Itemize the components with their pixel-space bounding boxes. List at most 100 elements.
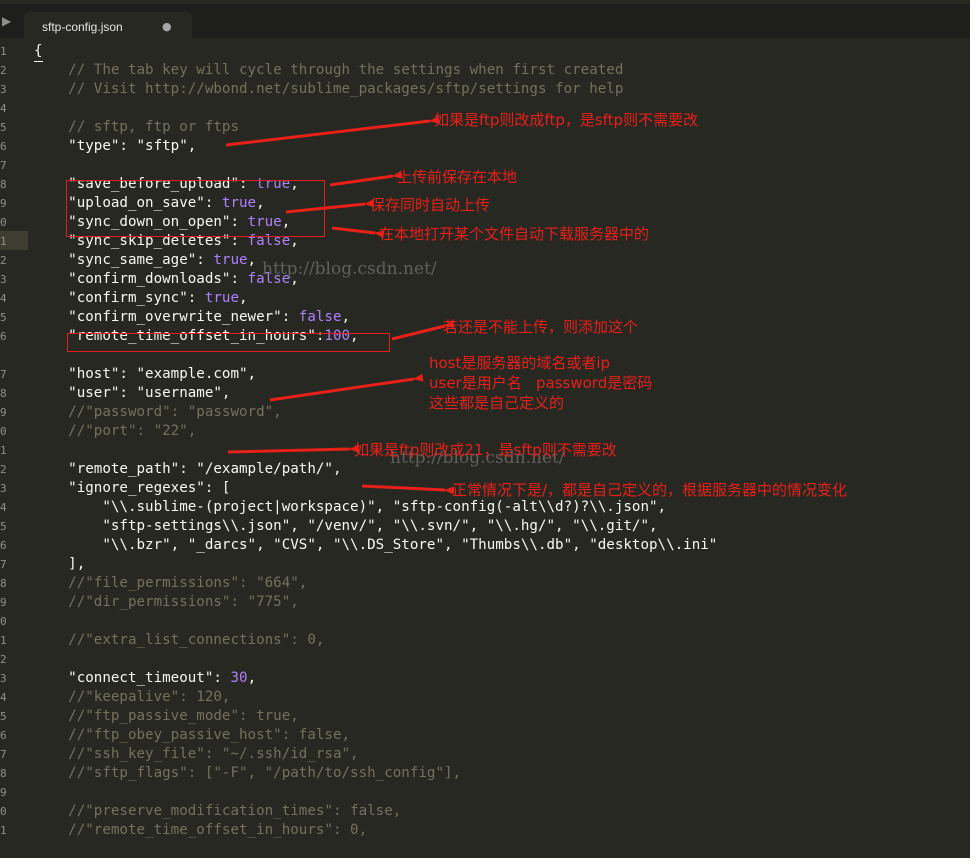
code-token: "confirm_sync":	[34, 290, 205, 306]
code-comment: //"keepalive": 120,	[34, 689, 231, 705]
line-number: 1	[0, 235, 7, 248]
code-boolean: true	[213, 252, 248, 268]
code-token: "\\.sublime-(project|workspace)", "sftp-…	[34, 499, 667, 515]
code-line[interactable]: "host": "example.com",	[34, 365, 256, 384]
code-line[interactable]: ],	[34, 555, 85, 574]
code-comment: //"sftp_flags": ["-F", "/path/to/ssh_con…	[34, 765, 462, 781]
sidebar-toggle-icon[interactable]: ▶	[2, 14, 11, 28]
code-line[interactable]: //"file_permissions": "664",	[34, 574, 307, 593]
code-line[interactable]: {	[34, 42, 43, 61]
line-number: 6	[0, 140, 7, 153]
tab-sftp-config[interactable]: sftp-config.json ●	[24, 12, 192, 42]
code-token: ,	[247, 252, 257, 268]
line-number: 0	[0, 805, 7, 818]
annotation-sync-down: 在本地打开某个文件自动下载服务器中的	[379, 225, 650, 243]
code-line[interactable]: "sftp-settings\\.json", "/venv/", "\\.sv…	[34, 517, 657, 536]
code-token: "remote_path": "/example/path/",	[34, 461, 342, 477]
tab-filename: sftp-config.json	[42, 20, 123, 34]
unsaved-dot-icon[interactable]: ●	[162, 20, 172, 33]
code-comment: //"ftp_passive_mode": true,	[34, 708, 299, 724]
annotation-port: 如果是ftp则改成21，是sftp则不需要改	[354, 441, 617, 459]
code-line[interactable]: // The tab key will cycle through the se…	[34, 61, 623, 80]
line-number-gutter: 1 2 3 4 5 6 7 8 9 0 1 2 3 4 5 6 7 8 9 0 1 2 3 4 5 6 7 8 9 0 1 2 3 4 5 6 7 8 9 0…	[0, 42, 14, 858]
line-number: 1	[0, 444, 7, 457]
code-token: "user": "username",	[34, 385, 231, 401]
line-number: 5	[0, 121, 7, 134]
line-number: 9	[0, 406, 7, 419]
code-line[interactable]: //"ftp_passive_mode": true,	[34, 707, 299, 726]
code-comment: // The tab key will cycle through the se…	[34, 62, 624, 78]
code-line[interactable]: //"ssh_key_file": "~/.ssh/id_rsa",	[34, 745, 359, 764]
line-number: 4	[0, 292, 7, 305]
code-line[interactable]: "user": "username",	[34, 384, 230, 403]
line-number: 8	[0, 577, 7, 590]
line-number: 0	[0, 216, 7, 229]
code-line[interactable]: // Visit http://wbond.net/sublime_packag…	[34, 80, 623, 99]
line-number: 6	[0, 539, 7, 552]
line-number: 9	[0, 197, 7, 210]
code-comment: //"remote_time_offset_in_hours": 0,	[34, 822, 368, 838]
line-number: 2	[0, 64, 7, 77]
code-line[interactable]: //"remote_time_offset_in_hours": 0,	[34, 821, 367, 840]
line-number: 6	[0, 729, 7, 742]
code-line[interactable]: //"preserve_modification_times": false,	[34, 802, 401, 821]
code-number: 30	[230, 670, 248, 686]
code-token: "sync_same_age":	[34, 252, 214, 268]
code-token: "confirm_overwrite_newer":	[34, 309, 299, 325]
code-line[interactable]: //"ftp_obey_passive_host": false,	[34, 726, 350, 745]
bracket-match-underline	[34, 61, 43, 62]
line-number: 8	[0, 387, 7, 400]
code-token: {	[34, 43, 43, 59]
code-line[interactable]: "confirm_overwrite_newer": false,	[34, 308, 350, 327]
code-line[interactable]: "\\.bzr", "_darcs", "CVS", "\\.DS_Store"…	[34, 536, 717, 555]
code-token: "connect_timeout":	[34, 670, 231, 686]
line-number: 3	[0, 672, 7, 685]
line-number: 7	[0, 558, 7, 571]
code-comment: //"ftp_obey_passive_host": false,	[34, 727, 351, 743]
line-number: 7	[0, 368, 7, 381]
code-comment: //"file_permissions": "664",	[34, 575, 308, 591]
line-number: 7	[0, 159, 7, 172]
line-number: 4	[0, 501, 7, 514]
code-comment: //"ssh_key_file": "~/.ssh/id_rsa",	[34, 746, 359, 762]
line-number: 4	[0, 691, 7, 704]
code-line[interactable]: // sftp, ftp or ftps	[34, 118, 239, 137]
code-line[interactable]: "remote_path": "/example/path/",	[34, 460, 342, 479]
line-number: 8	[0, 178, 7, 191]
code-line[interactable]: "confirm_sync": true,	[34, 289, 247, 308]
line-number: 9	[0, 596, 7, 609]
code-line[interactable]: //"extra_list_connections": 0,	[34, 631, 324, 650]
line-number: 1	[0, 634, 7, 647]
line-number: 2	[0, 463, 7, 476]
code-line[interactable]: "type": "sftp",	[34, 137, 196, 156]
code-line[interactable]: "\\.sublime-(project|workspace)", "sftp-…	[34, 498, 666, 517]
code-line[interactable]: "confirm_downloads": false,	[34, 270, 299, 289]
code-line[interactable]: "ignore_regexes": [	[34, 479, 230, 498]
code-comment: // sftp, ftp or ftps	[34, 119, 239, 135]
line-number: 5	[0, 710, 7, 723]
code-token: "\\.bzr", "_darcs", "CVS", "\\.DS_Store"…	[34, 537, 718, 553]
code-token: "ignore_regexes": [	[34, 480, 231, 496]
code-line[interactable]: //"keepalive": 120,	[34, 688, 230, 707]
line-number: 2	[0, 653, 7, 666]
code-line[interactable]: //"password": "password",	[34, 403, 282, 422]
annotation-time-offset: 若还是不能上传，则添加这个	[443, 318, 639, 336]
code-line[interactable]: //"dir_permissions": "775",	[34, 593, 299, 612]
line-number: 1	[0, 45, 7, 58]
line-number	[0, 346, 14, 365]
code-line[interactable]: //"sftp_flags": ["-F", "/path/to/ssh_con…	[34, 764, 461, 783]
annotation-type: 如果是ftp则改成ftp，是sftp则不需要改	[434, 111, 699, 129]
line-number: 6	[0, 330, 7, 343]
line-number: 4	[0, 102, 7, 115]
line-number: 9	[0, 786, 7, 799]
annotation-host-line3: 这些都是自己定义的	[429, 394, 565, 412]
tab-bar: ▶ sftp-config.json ●	[0, 4, 970, 42]
annotation-remote-path: 正常情况下是/，都是自己定义的，根据服务器中的情况变化	[452, 481, 848, 499]
code-line[interactable]: //"port": "22",	[34, 422, 196, 441]
line-number: 5	[0, 520, 7, 533]
code-boolean: false	[298, 309, 342, 325]
line-number: 0	[0, 615, 7, 628]
code-line[interactable]: "sync_same_age": true,	[34, 251, 256, 270]
line-number: 3	[0, 83, 7, 96]
code-line[interactable]: "connect_timeout": 30,	[34, 669, 256, 688]
